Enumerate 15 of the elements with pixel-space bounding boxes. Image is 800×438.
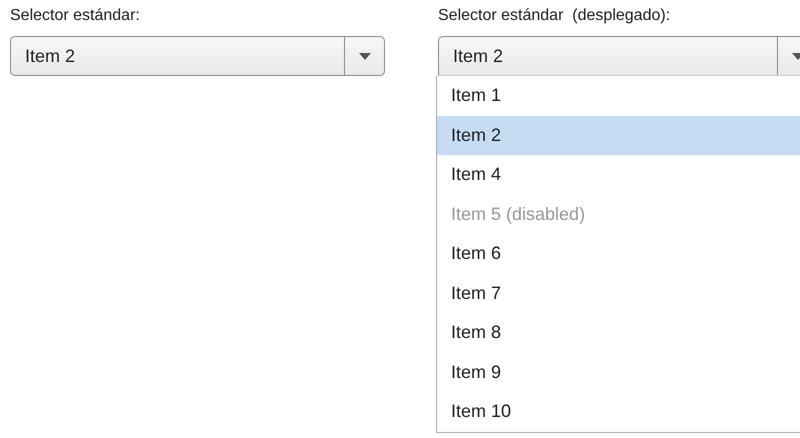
dropdown-option[interactable]: Item 2: [437, 116, 800, 155]
caret-icon: [358, 52, 370, 60]
caret-icon: [792, 52, 800, 60]
dropdown-option[interactable]: Item 8: [437, 313, 800, 352]
dropdown-option[interactable]: Item 10: [437, 392, 800, 432]
dropdown-select[interactable]: Item 2: [438, 36, 800, 76]
dropdown-option[interactable]: Item 1: [437, 76, 800, 116]
selector-label: Selector estándar:: [10, 6, 140, 26]
selector-label: Selector estándar (desplegado):: [438, 6, 670, 26]
dropdown-option: Item 5 (disabled): [437, 194, 800, 234]
dropdown-option[interactable]: Item 9: [437, 352, 800, 392]
dropdown-option[interactable]: Item 4: [437, 155, 800, 194]
dropdown-select[interactable]: Item 2: [10, 36, 385, 76]
dropdown-option[interactable]: Item 7: [437, 274, 800, 313]
dropdown-option[interactable]: Item 6: [437, 234, 800, 274]
